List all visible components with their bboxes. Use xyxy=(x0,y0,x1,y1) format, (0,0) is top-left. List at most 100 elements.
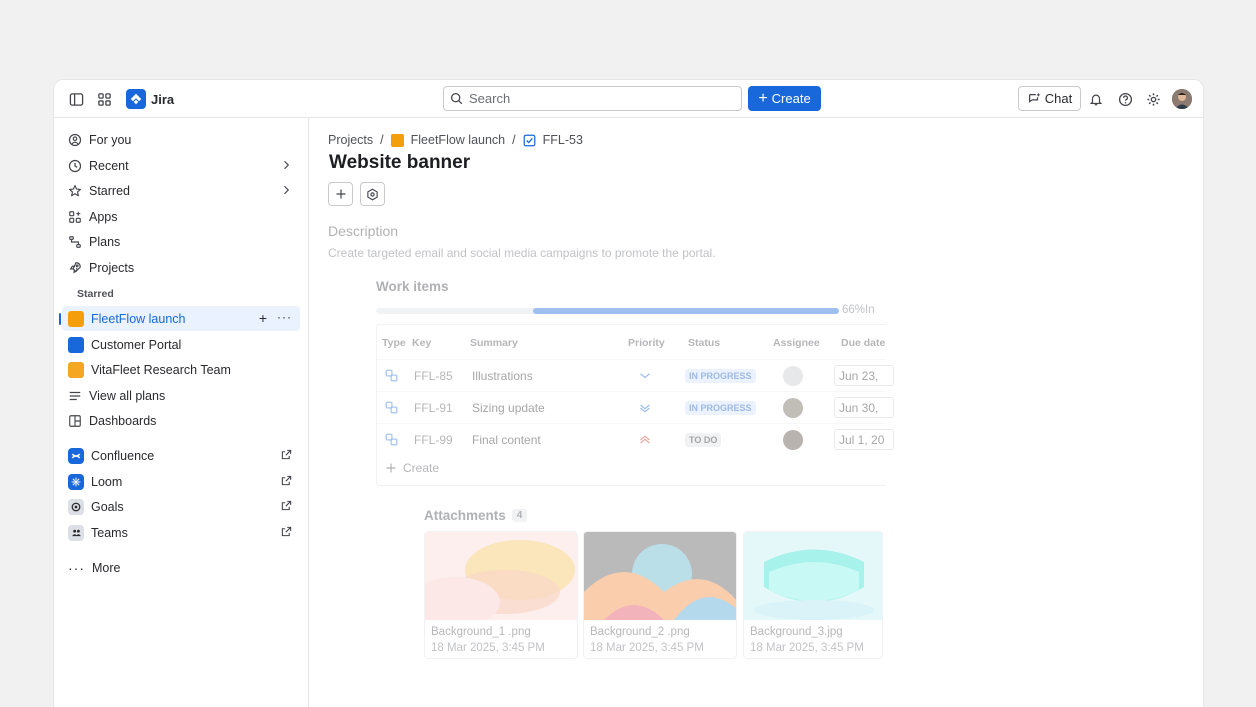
description-text[interactable]: Create targeted email and social media c… xyxy=(328,246,716,260)
attachments-title: Attachments xyxy=(424,508,506,523)
work-item-summary[interactable]: Illustrations xyxy=(472,369,533,383)
sidebar-item-starred[interactable]: Starred xyxy=(62,178,300,203)
sidebar-item-label: Plans xyxy=(89,234,121,249)
plus-icon xyxy=(336,189,345,199)
list-icon xyxy=(69,391,81,400)
sidebar-item-projects[interactable]: Projects xyxy=(62,255,300,280)
subtask-icon xyxy=(385,433,398,446)
user-avatar[interactable] xyxy=(1172,89,1192,109)
plans-icon xyxy=(69,235,81,248)
sidebar-item-label: Goals xyxy=(91,499,124,514)
sidebar-item-for-you[interactable]: For you xyxy=(62,127,300,152)
attachment-date: 18 Mar 2025, 3:45 PM xyxy=(590,642,704,654)
subtask-icon xyxy=(385,369,398,382)
attachments-heading: Attachments 4 xyxy=(424,508,528,523)
sidebar-project-label: Customer Portal xyxy=(91,337,182,352)
breadcrumb: Projects / FleetFlow launch / FFL-53 xyxy=(328,133,583,147)
work-item-summary[interactable]: Sizing update xyxy=(472,401,545,415)
search-box[interactable] xyxy=(443,86,742,111)
status-badge[interactable]: TO DO xyxy=(685,433,722,447)
more-actions-icon[interactable]: ··· xyxy=(277,310,292,326)
breadcrumb-project[interactable]: FleetFlow launch xyxy=(411,133,506,147)
attachment-name: Background_1 .png xyxy=(431,626,531,638)
create-button[interactable]: + Create xyxy=(748,86,821,111)
add-button[interactable] xyxy=(328,182,353,206)
chevron-right-icon[interactable] xyxy=(280,184,292,196)
assignee-avatar[interactable] xyxy=(783,430,803,450)
app-switcher-icon[interactable] xyxy=(94,89,114,109)
breadcrumb-projects[interactable]: Projects xyxy=(328,133,373,147)
sidebar-item-plans[interactable]: Plans xyxy=(62,229,300,254)
person-circle-icon xyxy=(68,133,82,146)
plus-icon xyxy=(386,463,396,473)
create-button-label: Create xyxy=(771,91,811,106)
apps-hex-button[interactable] xyxy=(360,182,385,206)
attachments-count: 4 xyxy=(511,509,528,522)
table-row[interactable]: FFL-99 Final content TO DO Jul 1, 20 xyxy=(377,423,894,455)
sidebar-project-vitafleet[interactable]: VitaFleet Research Team xyxy=(62,357,300,382)
jira-logo[interactable]: Jira xyxy=(126,89,174,109)
chat-button-label: Chat xyxy=(1044,91,1073,106)
sidebar-item-recent[interactable]: Recent xyxy=(62,153,300,178)
status-badge[interactable]: IN PROGRESS xyxy=(685,401,756,415)
add-icon[interactable]: + xyxy=(259,310,267,326)
attachment-thumbnail xyxy=(584,532,736,620)
external-link-icon xyxy=(281,526,292,537)
notifications-bell-icon[interactable] xyxy=(1086,89,1106,109)
sidebar-project-fleetflow-launch[interactable]: FleetFlow launch + ··· xyxy=(59,306,300,331)
table-row[interactable]: FFL-91 Sizing update IN PROGRESS Jun 30, xyxy=(377,391,894,423)
hexagon-icon xyxy=(367,188,378,200)
help-icon[interactable] xyxy=(1115,89,1135,109)
sidebar-app-confluence[interactable]: Confluence xyxy=(62,443,300,468)
plus-icon: + xyxy=(758,89,768,107)
search-input[interactable] xyxy=(469,91,729,106)
work-items-table: Type Key Summary Priority Status Assigne… xyxy=(376,324,894,486)
description-heading: Description xyxy=(328,223,399,239)
attachment-card[interactable]: Background_3.jpg 18 Mar 2025, 3:45 PM xyxy=(743,531,883,659)
star-icon xyxy=(69,184,81,196)
sidebar-project-customer-portal[interactable]: Customer Portal xyxy=(62,332,300,357)
sidebar-item-view-all-plans[interactable]: View all plans xyxy=(62,383,300,408)
due-date-field[interactable]: Jun 30, xyxy=(834,397,894,418)
settings-gear-icon[interactable] xyxy=(1143,89,1163,109)
create-work-item-button[interactable]: Create xyxy=(385,461,439,475)
sidebar-app-teams[interactable]: Teams xyxy=(62,520,300,545)
loom-icon xyxy=(68,473,84,490)
assignee-avatar[interactable] xyxy=(783,366,803,386)
status-badge[interactable]: IN PROGRESS xyxy=(685,369,756,383)
sidebar-item-apps[interactable]: Apps xyxy=(62,204,300,229)
subtask-icon xyxy=(385,401,398,414)
due-date-field[interactable]: Jul 1, 20 xyxy=(834,429,894,450)
apps-icon xyxy=(69,210,81,223)
more-dots-icon: ··· xyxy=(68,559,85,576)
sidebar-project-label: FleetFlow launch xyxy=(91,311,186,326)
assignee-avatar[interactable] xyxy=(783,398,803,418)
chat-button[interactable]: Chat xyxy=(1018,86,1081,111)
attachment-date: 18 Mar 2025, 3:45 PM xyxy=(750,642,864,654)
sidebar-app-loom[interactable]: Loom xyxy=(62,469,300,494)
priority-medium-icon xyxy=(640,373,650,379)
work-item-key[interactable]: FFL-91 xyxy=(414,401,453,415)
column-header: Status xyxy=(688,337,721,349)
attachment-card[interactable]: Background_2 .png 18 Mar 2025, 3:45 PM xyxy=(583,531,737,659)
table-row[interactable]: FFL-85 Illustrations IN PROGRESS Jun 23, xyxy=(377,359,894,391)
work-item-summary[interactable]: Final content xyxy=(472,433,541,447)
progress-label: 66%In xyxy=(842,304,875,316)
attachment-thumbnail xyxy=(744,532,882,620)
project-avatar-icon xyxy=(390,133,404,147)
attachment-name: Background_3.jpg xyxy=(750,626,843,638)
task-checkbox-icon xyxy=(523,134,536,146)
sidebar-item-more[interactable]: ··· More xyxy=(62,555,300,580)
sidebar-app-goals[interactable]: Goals xyxy=(62,494,300,519)
chevron-right-icon[interactable] xyxy=(280,159,292,171)
attachment-card[interactable]: Background_1 .png 18 Mar 2025, 3:45 PM xyxy=(424,531,578,659)
work-item-key[interactable]: FFL-99 xyxy=(414,433,453,447)
sidebar-item-dashboards[interactable]: Dashboards xyxy=(62,408,300,433)
work-items-progress xyxy=(376,308,839,314)
due-date-field[interactable]: Jun 23, xyxy=(834,365,894,386)
project-avatar-icon xyxy=(68,336,84,353)
work-item-key[interactable]: FFL-85 xyxy=(414,369,453,383)
sidebar-toggle-icon[interactable] xyxy=(66,89,86,109)
breadcrumb-issue[interactable]: FFL-53 xyxy=(543,133,583,147)
column-header: Summary xyxy=(470,337,518,349)
